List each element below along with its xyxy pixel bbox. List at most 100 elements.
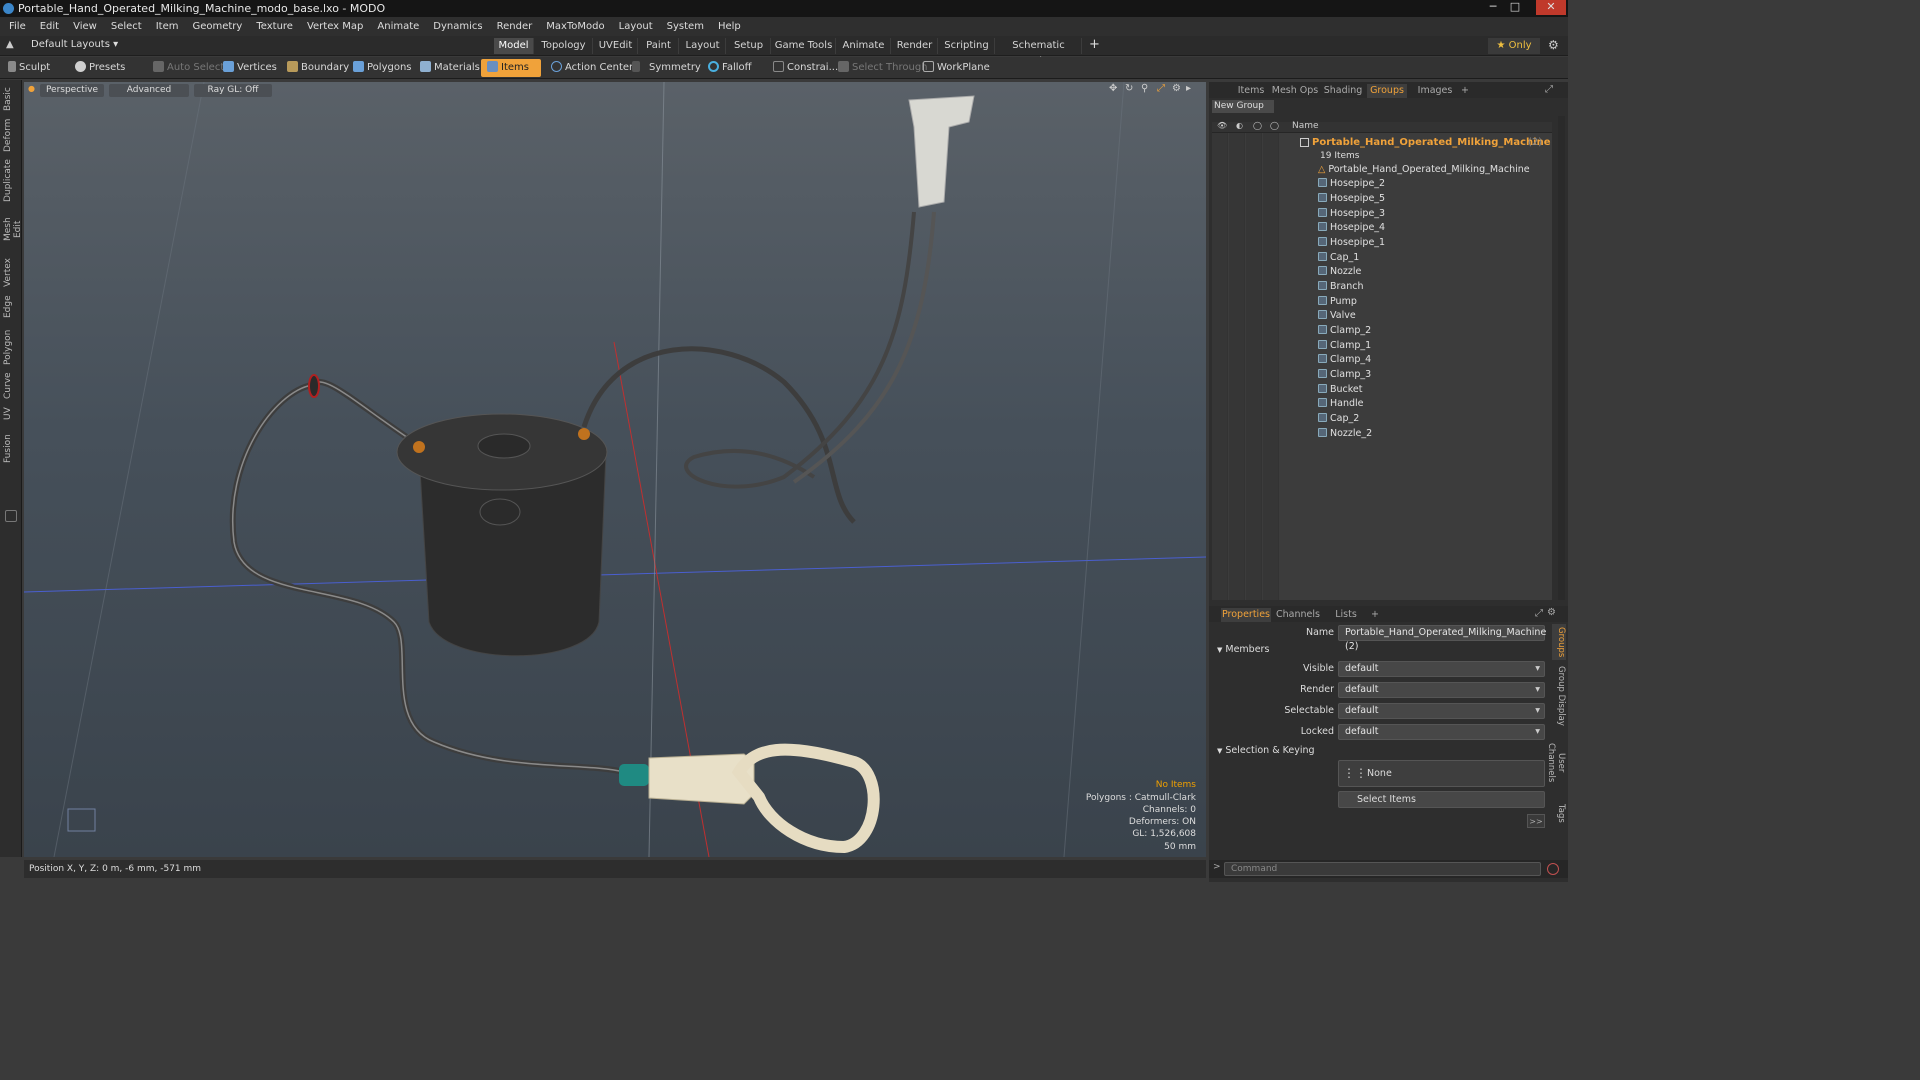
hosepipe-right[interactable] (581, 346, 856, 524)
tab-uvedit[interactable]: UVEdit (594, 38, 638, 54)
tab-curve[interactable]: Curve (3, 372, 19, 400)
record-icon[interactable] (1547, 863, 1559, 875)
list-item[interactable]: Handle (1318, 397, 1364, 411)
menu-render[interactable]: Render (490, 17, 540, 36)
tab-basic[interactable]: Basic (3, 86, 19, 112)
tab-lists[interactable]: Lists (1325, 608, 1367, 622)
list-item[interactable]: Nozzle (1318, 265, 1361, 279)
add-tab-button[interactable]: + (1089, 37, 1100, 52)
select-through-button[interactable]: Select Through (838, 59, 928, 77)
menu-system[interactable]: System (660, 17, 711, 36)
tab-groups[interactable]: Groups (1367, 84, 1407, 98)
pump-collar[interactable] (619, 764, 649, 786)
rotate-icon[interactable]: ↻ (1125, 83, 1133, 94)
tab-render[interactable]: Render (892, 38, 938, 54)
menu-file[interactable]: File (0, 17, 33, 36)
group-row[interactable]: Portable_Hand_Operated_Milking_Machine (… (1300, 136, 1552, 150)
keying-none-button[interactable]: ⋮⋮ None (1338, 760, 1545, 787)
scene-render[interactable] (24, 82, 1206, 857)
auto-select-button[interactable]: Auto Select (153, 59, 224, 77)
list-item[interactable]: Cap_1 (1318, 251, 1359, 265)
list-item[interactable]: △ Portable_Hand_Operated_Milking_Machine (1318, 163, 1530, 177)
locked-dropdown[interactable]: default ▾ (1338, 724, 1545, 740)
polygons-button[interactable]: Polygons (353, 59, 412, 77)
tab-fusion[interactable]: Fusion (3, 434, 19, 464)
tab-deform[interactable]: Deform (3, 118, 19, 152)
nozzle-left[interactable] (413, 441, 425, 453)
presets-button[interactable]: Presets (75, 59, 125, 77)
add-tab-button[interactable]: + (1369, 608, 1381, 622)
select-items-button[interactable]: Select Items (1338, 791, 1545, 808)
side-tab-group-display[interactable]: Group Display (1552, 666, 1566, 726)
tab-polygon[interactable]: Polygon (3, 328, 19, 366)
list-item[interactable]: Hosepipe_4 (1318, 221, 1385, 235)
pan-icon[interactable]: ✥ (1109, 83, 1117, 94)
sculpt-button[interactable]: Sculpt (8, 59, 50, 77)
visible-dropdown[interactable]: default ▾ (1338, 661, 1545, 677)
side-tab-tags[interactable]: Tags (1552, 800, 1566, 826)
menu-texture[interactable]: Texture (249, 17, 300, 36)
more-button[interactable]: >> (1527, 814, 1545, 828)
menu-vertex-map[interactable]: Vertex Map (300, 17, 370, 36)
selectable-dropdown[interactable]: default ▾ (1338, 703, 1545, 719)
vertices-button[interactable]: Vertices (223, 59, 277, 77)
name-column-header[interactable]: Name (1292, 121, 1319, 131)
maximize-button[interactable]: □ (1504, 0, 1526, 15)
layout-selector[interactable]: Default Layouts ▾ (31, 39, 118, 50)
tab-properties[interactable]: Properties (1221, 608, 1271, 622)
list-item[interactable]: Cap_2 (1318, 412, 1359, 426)
menu-edit[interactable]: Edit (33, 17, 66, 36)
list-item[interactable]: Clamp_3 (1318, 368, 1371, 382)
3d-viewport[interactable]: ● Perspective Advanced Ray GL: Off ✥ ↻ ⚲… (24, 82, 1206, 857)
list-item[interactable]: Valve (1318, 309, 1356, 323)
tab-topology[interactable]: Topology (535, 38, 593, 54)
nozzle-right[interactable] (578, 428, 590, 440)
action-center-button[interactable]: Action Center (551, 59, 633, 77)
tab-setup[interactable]: Setup (727, 38, 771, 54)
view-perspective-button[interactable]: Perspective (40, 84, 104, 97)
list-item[interactable]: Hosepipe_3 (1318, 207, 1385, 221)
menu-maxtomodo[interactable]: MaxToModo (539, 17, 611, 36)
close-button[interactable]: ✕ (1536, 0, 1566, 15)
menu-dynamics[interactable]: Dynamics (426, 17, 489, 36)
new-group-button[interactable]: New Group (1212, 100, 1274, 113)
valve[interactable] (308, 374, 320, 398)
menu-help[interactable]: Help (711, 17, 748, 36)
list-item[interactable]: Clamp_4 (1318, 353, 1371, 367)
tab-duplicate[interactable]: Duplicate (3, 159, 19, 202)
items-button[interactable]: Items (481, 59, 541, 77)
menu-view[interactable]: View (66, 17, 104, 36)
list-item[interactable]: Branch (1318, 280, 1364, 294)
tab-channels[interactable]: Channels (1275, 608, 1321, 622)
list-item[interactable]: Hosepipe_2 (1318, 177, 1385, 191)
layout-menu-icon[interactable]: ▲ (6, 39, 14, 50)
expand-arrow-icon[interactable]: ▸ (1186, 83, 1191, 94)
tab-model[interactable]: Model (494, 38, 534, 54)
minimize-button[interactable]: ─ (1482, 0, 1504, 15)
menu-item[interactable]: Item (149, 17, 186, 36)
tab-items[interactable]: Items (1231, 84, 1271, 98)
cap-1[interactable] (477, 433, 531, 459)
tab-paint[interactable]: Paint (639, 38, 679, 54)
viewport-menu-icon[interactable]: ● (28, 84, 35, 93)
members-section[interactable]: ▼ Members (1217, 644, 1269, 655)
raygl-toggle[interactable]: Ray GL: Off (194, 84, 272, 97)
falloff-button[interactable]: Falloff (708, 59, 752, 77)
advanced-shading-button[interactable]: Advanced (109, 84, 189, 97)
tab-scripting[interactable]: Scripting (939, 38, 995, 54)
tab-edge[interactable]: Edge (3, 294, 19, 320)
selection-keying-section[interactable]: ▼ Selection & Keying (1217, 745, 1315, 756)
add-tab-button[interactable]: + (1459, 84, 1471, 98)
list-item[interactable]: Hosepipe_5 (1318, 192, 1385, 206)
tab-images[interactable]: Images (1413, 84, 1457, 98)
list-item[interactable]: Nozzle_2 (1318, 427, 1372, 441)
list-item[interactable]: Clamp_1 (1318, 339, 1371, 353)
pump-handle[interactable] (731, 743, 880, 854)
group-list-scrollbar[interactable] (1558, 116, 1565, 600)
list-item[interactable]: Pump (1318, 295, 1357, 309)
expand-panel-icon[interactable]: ⤢ (1545, 84, 1553, 95)
menu-animate[interactable]: Animate (370, 17, 426, 36)
tab-mesh-ops[interactable]: Mesh Ops (1271, 84, 1319, 98)
fit-view-icon[interactable]: ⤢ (1157, 83, 1165, 94)
side-tab-user-channels[interactable]: User Channels (1546, 734, 1566, 792)
